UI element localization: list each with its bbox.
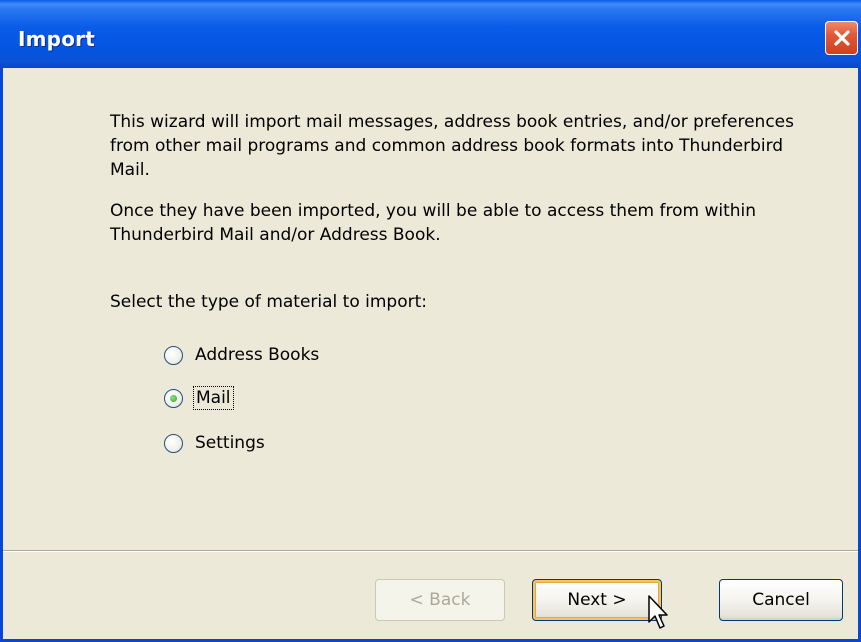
material-type-prompt: Select the type of material to import: (110, 292, 428, 312)
intro-paragraph: This wizard will import mail messages, a… (110, 112, 794, 180)
mail-label[interactable]: Mail (193, 386, 234, 410)
next-button[interactable]: Next > (532, 579, 662, 621)
import-dialog: Import This wizard will import mail mess… (0, 0, 861, 642)
address-books-label[interactable]: Address Books (195, 345, 319, 365)
close-icon (832, 28, 852, 48)
mail-radio[interactable] (164, 388, 183, 408)
settings-label[interactable]: Settings (195, 433, 265, 453)
access-paragraph: Once they have been imported, you will b… (110, 201, 757, 245)
back-button[interactable]: < Back (375, 579, 505, 621)
address-books-radio[interactable] (164, 345, 183, 365)
window-title: Import (18, 27, 95, 51)
close-button[interactable] (825, 21, 858, 55)
title-bar[interactable]: Import (0, 0, 861, 68)
mouse-pointer-icon (648, 595, 672, 635)
footer-divider (3, 550, 858, 552)
radio-option-settings[interactable]: Settings (164, 430, 265, 456)
radio-option-address-books[interactable]: Address Books (164, 342, 319, 368)
settings-radio[interactable] (164, 433, 183, 453)
cancel-button[interactable]: Cancel (719, 579, 843, 621)
radio-option-mail[interactable]: Mail (164, 385, 234, 411)
